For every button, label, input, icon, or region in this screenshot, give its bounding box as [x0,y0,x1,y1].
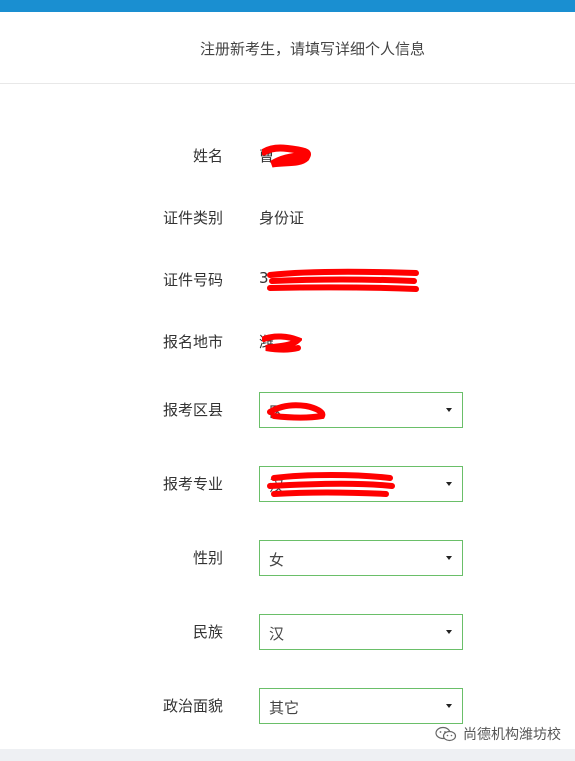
ethnicity-row: 民族 汉 [0,614,575,650]
page-header: 注册新考生，请填写详细个人信息 [0,12,575,84]
gender-row: 性别 女 [0,540,575,576]
wechat-icon [435,726,457,742]
bottom-band [0,749,575,761]
district-label: 报考区县 [162,401,223,419]
page-title: 注册新考生，请填写详细个人信息 [200,40,426,58]
political-status-label: 政治面貌 [162,697,223,715]
id-type-row: 证件类别 身份证 [0,200,575,236]
ethnicity-selected-value: 汉 [269,625,285,643]
id-number-value: 3 [259,269,269,287]
id-type-label: 证件类别 [162,209,223,227]
major-label: 报考专业 [162,475,223,493]
gender-select[interactable]: 女 [259,540,463,576]
political-status-selected-value: 其它 [269,699,300,717]
gender-label: 性别 [192,549,223,567]
id-number-row: 证件号码 3 [0,262,575,298]
watermark-text: 尚德机构潍坊校 [463,727,561,743]
name-value: 曹 [259,147,275,165]
name-row: 姓名 曹 [0,138,575,174]
id-number-redaction-mark [267,268,419,292]
ethnicity-label: 民族 [192,623,223,641]
ethnicity-select[interactable]: 汉 [259,614,463,650]
chevron-down-icon [446,482,452,486]
district-row: 报考区县 区 [0,392,575,428]
chevron-down-icon [446,704,452,708]
political-status-select[interactable]: 其它 [259,688,463,724]
city-label: 报名地市 [162,333,223,351]
city-row: 报名地市 潍 [0,324,575,360]
chevron-down-icon [446,630,452,634]
id-type-value: 身份证 [259,209,305,227]
top-accent-bar [0,0,575,12]
major-row: 报考专业 汉 [0,466,575,502]
district-select[interactable]: 区 [259,392,463,428]
name-label: 姓名 [192,147,223,165]
chevron-down-icon [446,408,452,412]
id-number-label: 证件号码 [162,271,223,289]
major-selected-value: 汉 [269,477,285,495]
gender-selected-value: 女 [269,551,285,569]
major-select[interactable]: 汉 [259,466,463,502]
watermark: 尚德机构潍坊校 [435,724,561,744]
political-status-row: 政治面貌 其它 [0,688,575,724]
district-selected-value: 区 [269,403,285,421]
chevron-down-icon [446,556,452,560]
city-value: 潍 [259,333,275,351]
